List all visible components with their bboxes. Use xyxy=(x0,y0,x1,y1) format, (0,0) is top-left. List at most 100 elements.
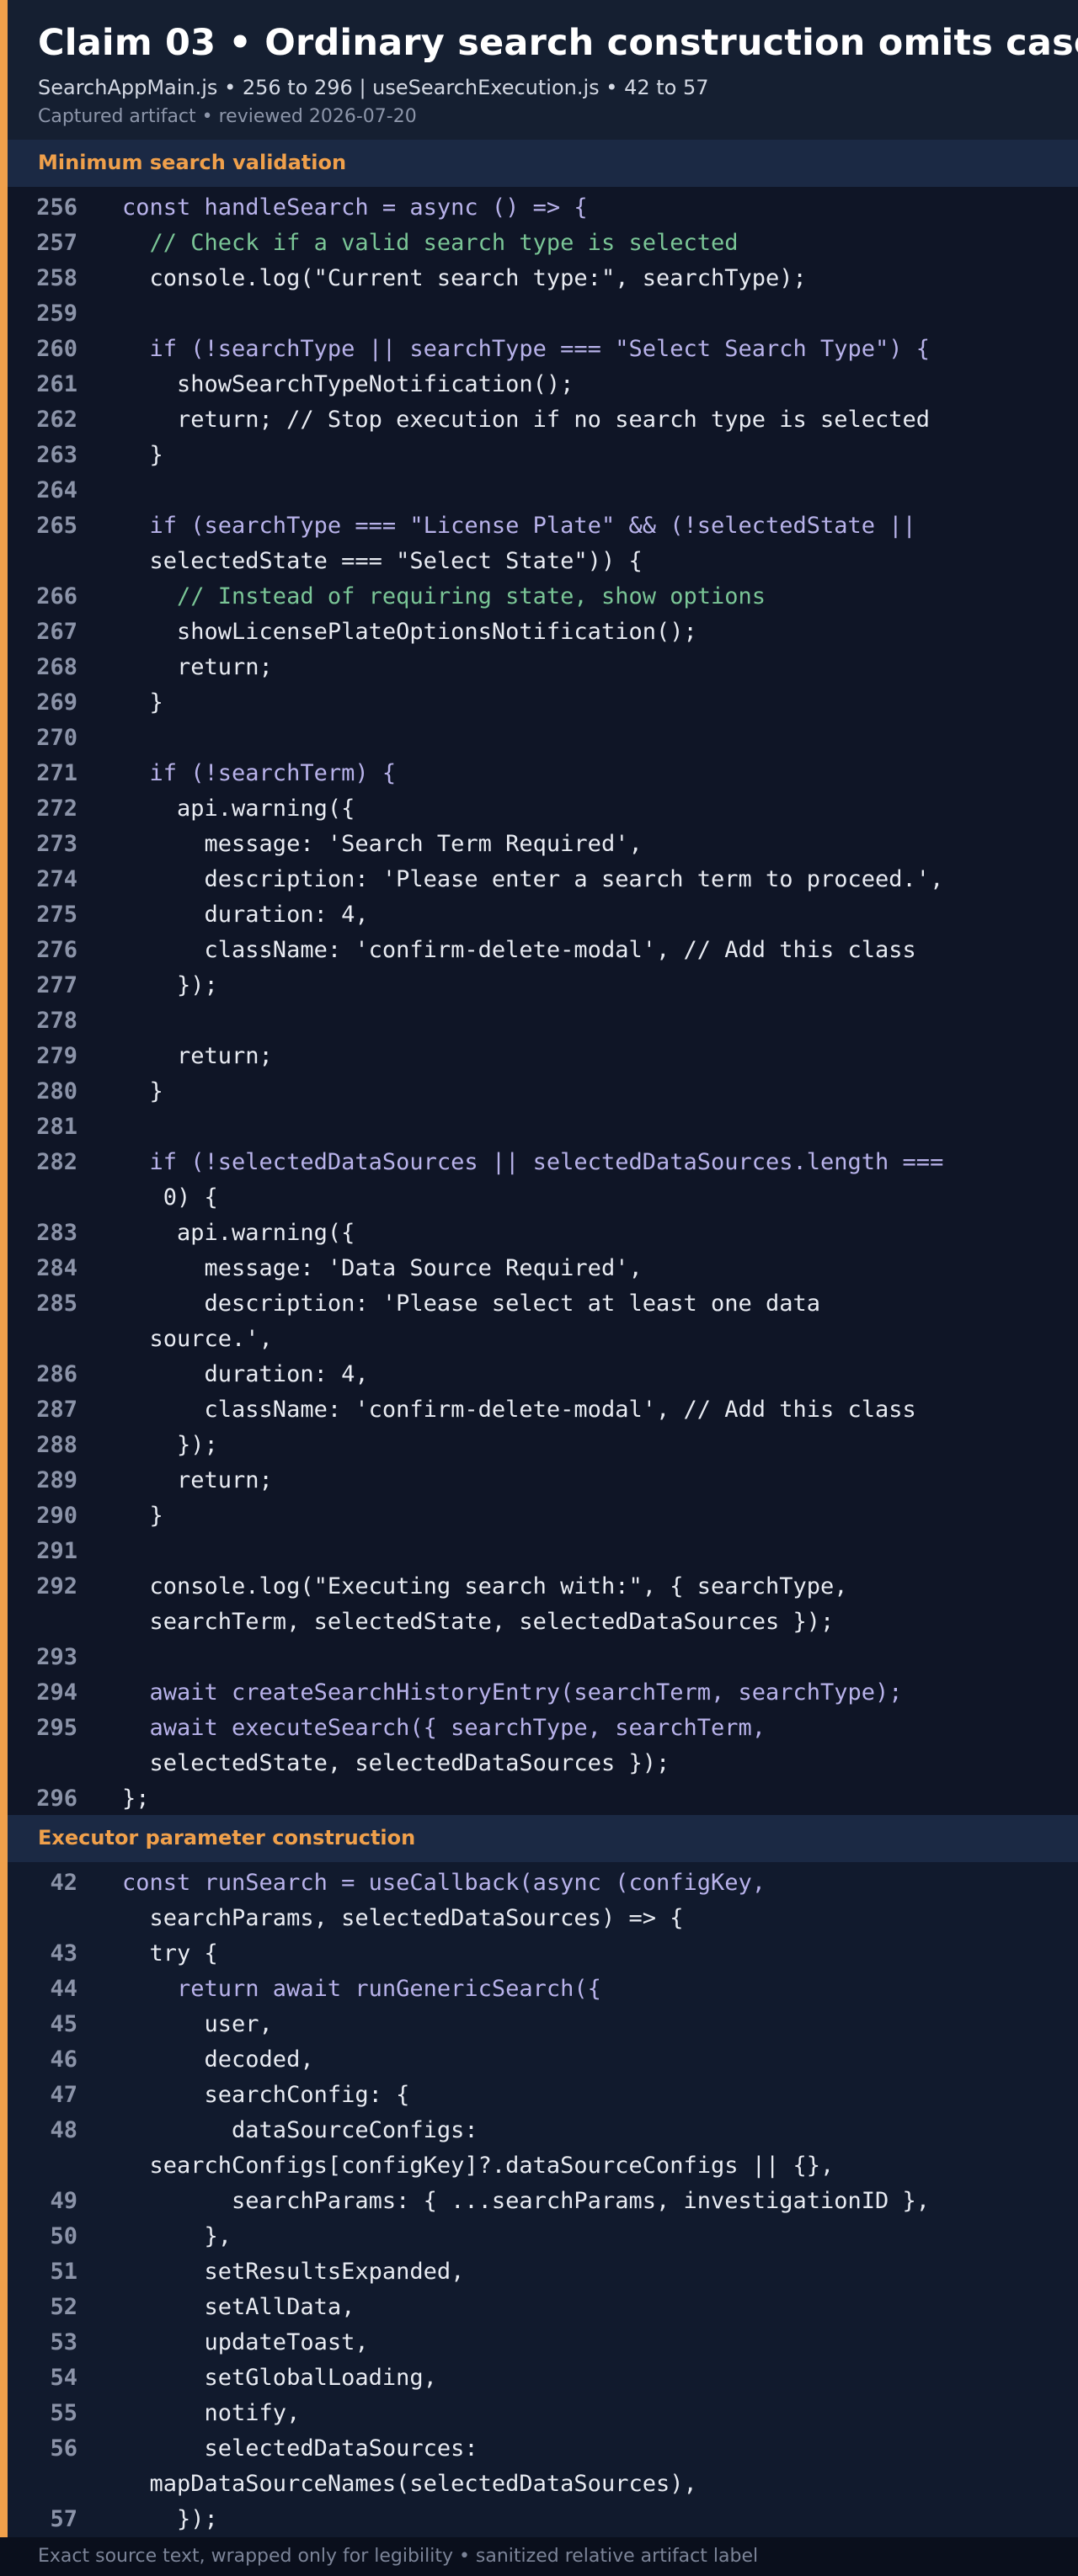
code-text: message: 'Data Source Required', xyxy=(122,1255,643,1281)
code-line: 272 api.warning({ xyxy=(8,791,1078,827)
code-text: if (!selectedDataSources || selectedData… xyxy=(122,1149,944,1175)
code-text: } xyxy=(122,1078,163,1104)
line-number: 287 xyxy=(36,1397,77,1423)
code-text: try { xyxy=(122,1940,218,1967)
line-number: 281 xyxy=(36,1114,77,1140)
line-number xyxy=(8,1901,77,1936)
line-number: 284 xyxy=(36,1255,77,1281)
code-text: } xyxy=(122,689,163,716)
code-text: description: 'Please select at least one… xyxy=(122,1291,821,1317)
code-line: 294 await createSearchHistoryEntry(searc… xyxy=(8,1675,1078,1711)
code-text: showSearchTypeNotification(); xyxy=(122,371,574,397)
code-text: } xyxy=(122,442,163,468)
code-text: }); xyxy=(122,972,218,998)
code-text: await executeSearch({ searchType, search… xyxy=(122,1715,766,1741)
code-line: 276 className: 'confirm-delete-modal', /… xyxy=(8,933,1078,968)
line-number: 57 xyxy=(50,2506,77,2532)
line-number: 296 xyxy=(36,1786,77,1812)
code-text: dataSourceConfigs: xyxy=(122,2117,478,2143)
code-text: updateToast, xyxy=(122,2329,369,2355)
line-number: 283 xyxy=(36,1220,77,1246)
code-text: user, xyxy=(122,2011,273,2037)
line-number: 52 xyxy=(50,2294,77,2320)
code-line: 55 notify, xyxy=(8,2396,1078,2431)
code-line: 270 xyxy=(8,721,1078,756)
code-line: 274 description: 'Please enter a search … xyxy=(8,862,1078,897)
code-text: await createSearchHistoryEntry(searchTer… xyxy=(122,1679,903,1706)
code-text: // Check if a valid search type is selec… xyxy=(122,230,739,256)
code-text: searchParams, selectedDataSources) => { xyxy=(122,1905,684,1931)
code-text: return; xyxy=(122,1467,273,1493)
line-number xyxy=(8,544,77,579)
code-block-executor: 42 const runSearch = useCallback(async (c… xyxy=(8,1862,1078,2541)
line-number: 47 xyxy=(50,2082,77,2108)
code-line: searchTerm, selectedState, selectedDataS… xyxy=(8,1605,1078,1640)
code-text: const handleSearch = async () => { xyxy=(122,194,588,221)
accent-bar xyxy=(0,0,8,2537)
artifact-status: Captured artifact • reviewed 2026-07-20 xyxy=(38,106,417,127)
line-number xyxy=(8,1180,77,1216)
line-number xyxy=(8,1746,77,1781)
page-title: Claim 03 • Ordinary search construction … xyxy=(38,22,1078,64)
code-line: 286 duration: 4, xyxy=(8,1357,1078,1392)
code-line: 285 description: 'Please select at least… xyxy=(8,1286,1078,1322)
line-number: 285 xyxy=(36,1291,77,1317)
code-line: 43 try { xyxy=(8,1936,1078,1972)
code-line: 277 }); xyxy=(8,968,1078,1003)
code-line: 271 if (!searchTerm) { xyxy=(8,756,1078,791)
line-number: 275 xyxy=(36,902,77,928)
code-text: return await runGenericSearch({ xyxy=(122,1976,601,2002)
code-text: searchParams: { ...searchParams, investi… xyxy=(122,2188,931,2214)
code-line: 296}; xyxy=(8,1781,1078,1817)
code-line: 283 api.warning({ xyxy=(8,1216,1078,1251)
code-line: mapDataSourceNames(selectedDataSources), xyxy=(8,2467,1078,2502)
code-text: decoded, xyxy=(122,2046,314,2073)
code-line: 48 dataSourceConfigs: xyxy=(8,2113,1078,2148)
code-line: 290 } xyxy=(8,1498,1078,1534)
code-line: 42 const runSearch = useCallback(async (c… xyxy=(8,1865,1078,1901)
code-line: 282 if (!selectedDataSources || selected… xyxy=(8,1145,1078,1180)
line-number: 260 xyxy=(36,336,77,362)
line-number: 273 xyxy=(36,831,77,857)
code-line: 281 xyxy=(8,1110,1078,1145)
source-references: SearchAppMain.js • 256 to 296 | useSearc… xyxy=(38,76,709,99)
line-number: 294 xyxy=(36,1679,77,1706)
code-text: api.warning({ xyxy=(122,1220,355,1246)
code-text: notify, xyxy=(122,2400,301,2426)
line-number: 256 xyxy=(36,194,77,221)
line-number xyxy=(8,1322,77,1357)
line-number: 44 xyxy=(50,1976,77,2002)
code-text: }); xyxy=(122,1432,218,1458)
code-line: 288 }); xyxy=(8,1428,1078,1463)
code-text: showLicensePlateOptionsNotification(); xyxy=(122,619,697,645)
code-line: 275 duration: 4, xyxy=(8,897,1078,933)
section-header-validation: Minimum search validation xyxy=(8,140,1078,187)
code-line: 266 // Instead of requiring state, show … xyxy=(8,579,1078,615)
line-number: 259 xyxy=(36,301,77,327)
code-line: 280 } xyxy=(8,1074,1078,1110)
code-line: 50 }, xyxy=(8,2219,1078,2254)
claim-header: Claim 03 • Ordinary search construction … xyxy=(8,0,1078,140)
code-line: 264 xyxy=(8,473,1078,508)
code-text: const runSearch = useCallback(async (con… xyxy=(122,1870,766,1896)
code-line: source.', xyxy=(8,1322,1078,1357)
code-line: 261 showSearchTypeNotification(); xyxy=(8,367,1078,402)
line-number: 276 xyxy=(36,937,77,963)
code-text: }); xyxy=(122,2506,218,2532)
line-number: 292 xyxy=(36,1573,77,1599)
code-line: 267 showLicensePlateOptionsNotification(… xyxy=(8,615,1078,650)
footer-note: Exact source text, wrapped only for legi… xyxy=(38,2546,759,2567)
line-number: 48 xyxy=(50,2117,77,2143)
code-line: 289 return; xyxy=(8,1463,1078,1498)
line-number: 265 xyxy=(36,513,77,539)
line-number: 288 xyxy=(36,1432,77,1458)
code-line: 0) { xyxy=(8,1180,1078,1216)
line-number: 266 xyxy=(36,583,77,609)
line-number: 272 xyxy=(36,796,77,822)
line-number: 274 xyxy=(36,866,77,892)
